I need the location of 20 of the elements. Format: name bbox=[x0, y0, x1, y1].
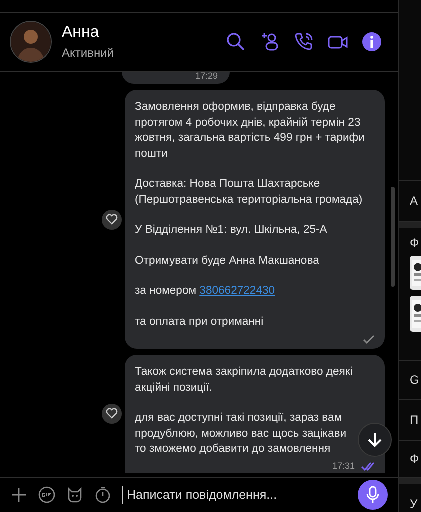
sidebar-item[interactable]: G bbox=[410, 373, 421, 387]
message-text: Також система закріпила додатково деякі акційні позиції. bbox=[135, 365, 354, 396]
message-text: У Відділення №1: вул. Шкільна, 25-А bbox=[135, 223, 328, 238]
contact-name: Анна bbox=[62, 24, 100, 42]
sidebar-item[interactable]: А bbox=[410, 194, 421, 208]
sidebar-item[interactable]: У bbox=[410, 497, 421, 511]
message-input[interactable]: Написати повідомлення... bbox=[122, 486, 348, 504]
message-text: Отримувати буде Анна Макшанова bbox=[135, 254, 320, 268]
sidebar-item[interactable]: Ф bbox=[410, 452, 421, 466]
sidebar-item[interactable]: Ф bbox=[410, 236, 421, 250]
message-text: для вас доступні такі позиції, зараз вам продублюю, можливо вас щось зацікави то зможемо добавити до замовлення bbox=[135, 411, 348, 457]
phone-link[interactable]: 380662722430 bbox=[200, 285, 276, 297]
sidebar-item[interactable]: П bbox=[410, 413, 421, 427]
message-time: 17:29 bbox=[195, 72, 218, 81]
message-text: за номером 380662722430 bbox=[135, 284, 276, 299]
message-text: Замовлення оформив, відправка буде протягом 4 робочих днів, крайній термін 23 жовтня, загальна вартість 499 грн + тарифи пошти bbox=[135, 100, 366, 162]
message-text: Доставка: Нова Пошта Шахтарське (Першотравенська територіальна громада) bbox=[135, 177, 364, 208]
contact-status: Активний bbox=[62, 46, 115, 60]
message-time: 17:31 bbox=[332, 460, 355, 473]
message-text: та оплата при отриманні bbox=[135, 314, 265, 330]
